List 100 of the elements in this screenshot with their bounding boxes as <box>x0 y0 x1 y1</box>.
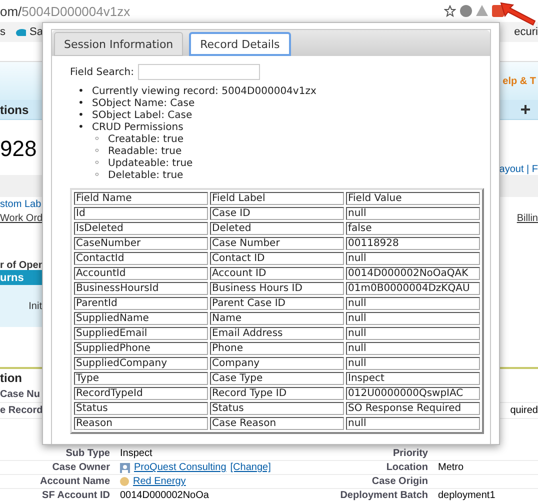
table-cell: 00118928 <box>346 237 480 250</box>
user-icon <box>120 462 130 472</box>
table-cell: Business Hours ID <box>210 282 344 295</box>
field-label: Location <box>385 462 428 473</box>
field-label: Sub Type <box>64 448 110 459</box>
custom-link[interactable]: stom Lab <box>0 198 42 210</box>
table-cell: Parent Case ID <box>210 297 344 310</box>
plus-icon[interactable] <box>521 105 530 114</box>
nav-tab[interactable]: tions <box>0 102 29 116</box>
permission-item: Creatable: true <box>108 134 184 146</box>
info-item: Currently viewing record: 5004D000004v1zx <box>92 86 316 98</box>
field-label: Case Owner <box>51 462 110 473</box>
table-cell: Reason <box>74 417 208 430</box>
cloud-icon <box>16 28 26 36</box>
table-cell: SO Response Required <box>346 402 480 415</box>
table-cell: IsDeleted <box>74 222 208 235</box>
table-cell: ContactId <box>74 252 208 265</box>
table-cell: SuppliedCompany <box>74 357 208 370</box>
bookmark[interactable]: Sa <box>30 26 43 38</box>
info-item: SObject Label: Case <box>92 110 192 122</box>
field-link[interactable]: Red Energy <box>133 476 186 487</box>
field-label: Case Nu <box>0 389 40 400</box>
bullet: • <box>78 98 85 110</box>
extension-icon[interactable] <box>492 5 504 17</box>
table-cell: Company <box>210 357 344 370</box>
field-value: deployment1 <box>438 490 496 501</box>
table-cell: Record Type ID <box>210 387 344 400</box>
field-link[interactable]: ProQuest Consulting <box>134 462 226 473</box>
field-label: e Record <box>0 405 43 416</box>
table-cell: null <box>346 357 480 370</box>
field-label: Deployment Batch <box>339 490 428 501</box>
account-icon <box>120 477 129 486</box>
bullet: ◦ <box>94 146 101 158</box>
field-value: Metro <box>438 462 465 473</box>
table-cell: RecordTypeId <box>74 387 208 400</box>
table-cell: null <box>346 417 480 430</box>
table-cell: Name <box>210 312 344 325</box>
table-cell: Account ID <box>210 267 344 280</box>
tab[interactable]: Record Details <box>189 32 291 56</box>
case-number: 928 <box>0 136 37 162</box>
table-cell: null <box>346 342 480 355</box>
address-bar-url[interactable]: om/5004D000004v1zx <box>0 4 130 18</box>
table-cell: AccountId <box>74 267 208 280</box>
field-label: Account Name <box>38 476 110 487</box>
column-header: Field Value <box>346 192 480 205</box>
table-cell: 012U0000000QswpIAC <box>346 387 480 400</box>
table-cell: 0014D000002NoOaQAK <box>346 267 480 280</box>
table-cell: BusinessHoursId <box>74 282 208 295</box>
related-list-cell: Init <box>0 285 42 327</box>
table-cell: Email Address <box>210 327 344 340</box>
table-cell: Case Number <box>210 237 344 250</box>
bullet: • <box>78 122 85 134</box>
table-cell: SuppliedEmail <box>74 327 208 340</box>
table-cell: null <box>346 327 480 340</box>
table-cell: SuppliedPhone <box>74 342 208 355</box>
bookmark[interactable]: ecuri <box>514 26 538 38</box>
related-list-header: urns <box>0 270 42 286</box>
bullet: ◦ <box>94 134 101 146</box>
table-cell: SuppliedName <box>74 312 208 325</box>
table-cell: 01m0B0000004DzKQAU <box>346 282 480 295</box>
table-cell: Case Reason <box>210 417 344 430</box>
field-search-input[interactable] <box>138 64 260 80</box>
field-label: SF Account ID <box>41 490 110 501</box>
star-icon[interactable] <box>444 5 456 17</box>
work-order-link[interactable]: Work Ord <box>0 212 43 224</box>
table-cell: Type <box>74 372 208 385</box>
column-header: Field Name <box>74 192 208 205</box>
change-link[interactable]: [Change] <box>230 462 271 473</box>
billing-link[interactable]: Billin <box>516 212 538 224</box>
field-value: 0014D000002NoOa <box>120 490 209 501</box>
field-label: Case Origin <box>370 476 428 487</box>
table-cell: Status <box>74 402 208 415</box>
bullet: ◦ <box>94 170 101 182</box>
permission-item: Readable: true <box>108 146 182 158</box>
table-cell: null <box>346 312 480 325</box>
field-label: Priority <box>392 448 428 459</box>
bullet: • <box>78 86 85 98</box>
table-cell: Inspect <box>346 372 480 385</box>
layout-links[interactable]: ayout | F <box>499 164 538 175</box>
extension-icon[interactable] <box>460 5 472 17</box>
field-value: Inspect <box>120 448 152 459</box>
bookmark[interactable]: s <box>0 26 6 38</box>
table-cell: Phone <box>210 342 344 355</box>
table-cell: null <box>346 207 480 220</box>
tab[interactable]: Session Information <box>54 32 184 56</box>
pointer-arrow <box>500 2 536 26</box>
table-cell: Deleted <box>210 222 344 235</box>
table-cell: Contact ID <box>210 252 344 265</box>
table-cell: Case ID <box>210 207 344 220</box>
bullet: • <box>78 110 85 122</box>
table-cell: Status <box>210 402 344 415</box>
table-cell: null <box>346 252 480 265</box>
info-item: CRUD Permissions <box>92 122 184 134</box>
field-search-label: Field Search: <box>70 66 134 78</box>
section-title: tion <box>0 371 22 385</box>
bullet: ◦ <box>94 158 101 170</box>
field-value: quired <box>510 405 538 416</box>
column-header: Field Label <box>210 192 344 205</box>
extension-icon[interactable] <box>476 5 488 17</box>
table-cell: Id <box>74 207 208 220</box>
